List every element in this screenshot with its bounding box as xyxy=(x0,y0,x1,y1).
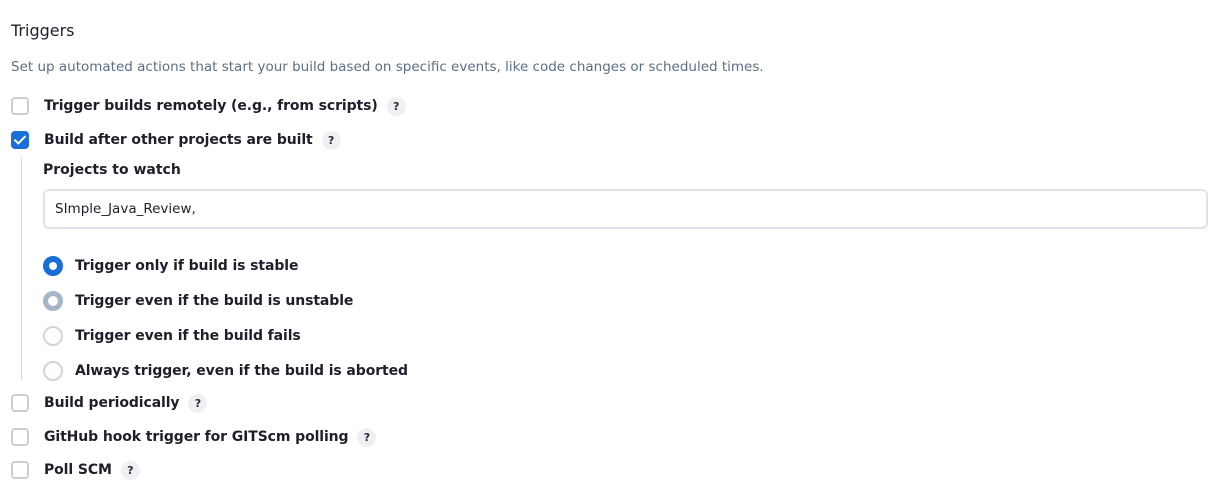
radio-button-selected[interactable] xyxy=(43,256,63,276)
github-hook-label[interactable]: GitHub hook trigger for GITScm polling xyxy=(44,429,349,445)
radio-label[interactable]: Always trigger, even if the build is abo… xyxy=(75,363,408,379)
poll-scm-label[interactable]: Poll SCM xyxy=(44,462,112,478)
projects-to-watch-label: Projects to watch xyxy=(43,162,181,178)
build-after-other-row: Build after other projects are built ? xyxy=(11,129,341,151)
radio-trigger-unstable[interactable]: Trigger even if the build is unstable xyxy=(43,290,353,312)
build-after-other-label[interactable]: Build after other projects are built xyxy=(44,132,313,148)
radio-button[interactable] xyxy=(43,291,63,311)
github-hook-checkbox[interactable] xyxy=(11,428,29,446)
radio-trigger-stable[interactable]: Trigger only if build is stable xyxy=(43,255,298,277)
poll-scm-row: Poll SCM ? xyxy=(11,459,140,481)
help-icon[interactable]: ? xyxy=(357,427,377,447)
build-periodically-label[interactable]: Build periodically xyxy=(44,395,180,411)
radio-button[interactable] xyxy=(43,326,63,346)
github-hook-row: GitHub hook trigger for GITScm polling ? xyxy=(11,426,377,448)
trigger-remotely-checkbox[interactable] xyxy=(11,97,29,115)
help-icon[interactable]: ? xyxy=(120,460,140,480)
radio-button[interactable] xyxy=(43,361,63,381)
projects-to-watch-input[interactable] xyxy=(43,189,1208,229)
build-after-other-checkbox[interactable] xyxy=(11,131,29,149)
radio-label[interactable]: Trigger only if build is stable xyxy=(75,258,298,274)
poll-scm-checkbox[interactable] xyxy=(11,461,29,479)
radio-trigger-aborted[interactable]: Always trigger, even if the build is abo… xyxy=(43,360,408,382)
section-description: Set up automated actions that start your… xyxy=(11,59,764,75)
nested-section-divider xyxy=(21,157,22,380)
help-icon[interactable]: ? xyxy=(321,130,341,150)
radio-label[interactable]: Trigger even if the build is unstable xyxy=(75,293,353,309)
radio-trigger-fails[interactable]: Trigger even if the build fails xyxy=(43,325,301,347)
trigger-remotely-row: Trigger builds remotely (e.g., from scri… xyxy=(11,95,406,117)
section-title: Triggers xyxy=(11,21,75,40)
build-periodically-row: Build periodically ? xyxy=(11,392,208,414)
help-icon[interactable]: ? xyxy=(188,393,208,413)
help-icon[interactable]: ? xyxy=(386,96,406,116)
trigger-remotely-label[interactable]: Trigger builds remotely (e.g., from scri… xyxy=(44,98,378,114)
build-periodically-checkbox[interactable] xyxy=(11,394,29,412)
radio-label[interactable]: Trigger even if the build fails xyxy=(75,328,301,344)
check-icon xyxy=(14,135,26,145)
